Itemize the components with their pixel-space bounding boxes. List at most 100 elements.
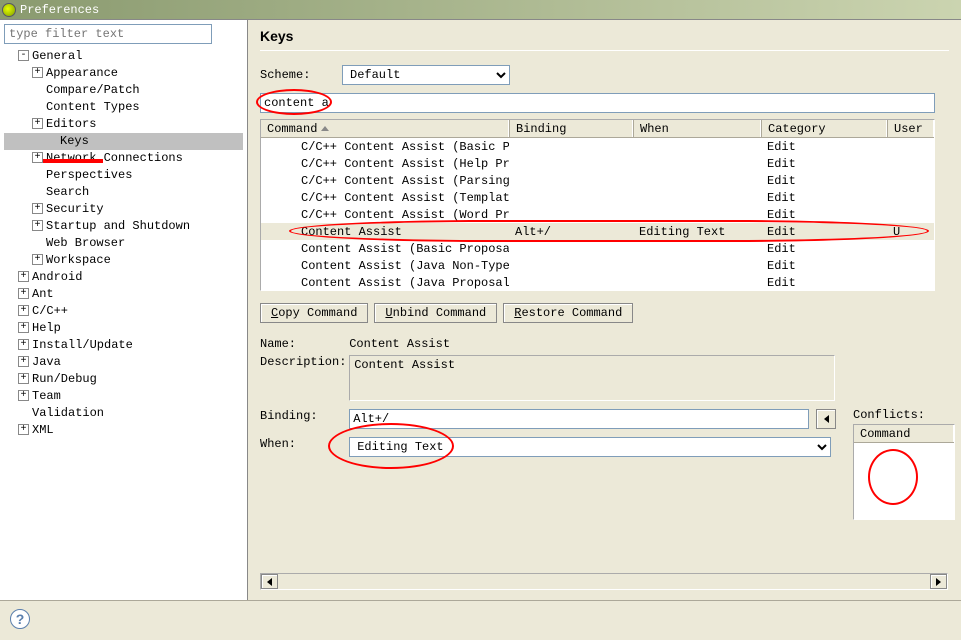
tree-item[interactable]: +Install/Update [4, 337, 243, 354]
copy-command-button[interactable]: Copy Command [260, 303, 368, 323]
cell: C/C++ Content Assist (Parsing-bas [261, 174, 509, 188]
collapse-icon[interactable]: - [18, 50, 29, 61]
name-label: Name: [260, 337, 342, 351]
filter-input[interactable] [4, 24, 212, 44]
expand-icon[interactable]: + [18, 373, 29, 384]
tree-spacer [32, 169, 43, 180]
col-binding[interactable]: Binding [509, 120, 633, 137]
tree-spacer [32, 186, 43, 197]
unbind-command-button[interactable]: Unbind Command [374, 303, 497, 323]
expand-icon[interactable]: + [32, 203, 43, 214]
expand-icon[interactable]: + [18, 339, 29, 350]
tree-item[interactable]: +XML [4, 422, 243, 439]
tree-item[interactable]: Search [4, 184, 243, 201]
expand-icon[interactable]: + [32, 254, 43, 265]
annotation-oval [868, 449, 918, 505]
cell: Content Assist (Java Proposals) [261, 276, 509, 290]
scheme-label: Scheme: [260, 68, 342, 82]
scroll-right-button[interactable] [930, 574, 947, 589]
table-row[interactable]: Content Assist (Basic Proposals)Edit [261, 240, 934, 257]
conflicts-col-command[interactable]: Command [854, 425, 954, 442]
expand-icon[interactable]: + [18, 356, 29, 367]
table-row[interactable]: C/C++ Content Assist (Basic PropoEdit [261, 138, 934, 155]
cell: Editing Text [633, 225, 761, 239]
expand-icon[interactable]: + [18, 288, 29, 299]
cell: Content Assist (Java Non-Type Pro [261, 259, 509, 273]
table-row[interactable]: C/C++ Content Assist (Help ProposEdit [261, 155, 934, 172]
col-category[interactable]: Category [761, 120, 887, 137]
preferences-tree[interactable]: -General+AppearanceCompare/PatchContent … [4, 48, 243, 439]
expand-icon[interactable]: + [32, 118, 43, 129]
expand-icon[interactable]: + [18, 390, 29, 401]
conflicts-table[interactable]: Command [853, 424, 955, 520]
tree-spacer [32, 84, 43, 95]
scroll-left-button[interactable] [261, 574, 278, 589]
tree-item[interactable]: +Editors [4, 116, 243, 133]
cell: Edit [761, 259, 887, 273]
expand-icon[interactable]: + [18, 322, 29, 333]
tree-item[interactable]: +Run/Debug [4, 371, 243, 388]
expand-icon[interactable]: + [32, 220, 43, 231]
tree-item[interactable]: +Workspace [4, 252, 243, 269]
restore-command-button[interactable]: Restore Command [503, 303, 633, 323]
tree-item[interactable]: +Android [4, 269, 243, 286]
expand-icon[interactable]: + [18, 305, 29, 316]
tree-item[interactable]: Content Types [4, 99, 243, 116]
keys-table[interactable]: Command Binding When Category User C/C++… [260, 119, 935, 291]
tree-item-label: Perspectives [46, 168, 132, 182]
expand-icon[interactable]: + [18, 271, 29, 282]
tree-item[interactable]: +Security [4, 201, 243, 218]
table-row[interactable]: C/C++ Content Assist (Parsing-basEdit [261, 172, 934, 189]
table-row[interactable]: Content Assist (Java Non-Type Pro Edit [261, 257, 934, 274]
cell: Content Assist [261, 225, 509, 239]
expand-icon[interactable]: + [32, 67, 43, 78]
tree-item[interactable]: +Ant [4, 286, 243, 303]
tree-item[interactable]: +Network Connections [4, 150, 243, 167]
triangle-right-icon [936, 578, 941, 586]
table-row[interactable]: Content Assist (Java Proposals)Edit [261, 274, 934, 291]
footer: ? [0, 600, 961, 636]
name-value: Content Assist [349, 337, 450, 351]
when-select[interactable]: Editing Text [349, 437, 831, 457]
binding-input[interactable] [349, 409, 809, 429]
table-row[interactable]: Content AssistAlt+/Editing TextEditU [261, 223, 934, 240]
scheme-select[interactable]: Default [342, 65, 510, 85]
table-row[interactable]: C/C++ Content Assist (Template PrEdit [261, 189, 934, 206]
tree-item[interactable]: Compare/Patch [4, 82, 243, 99]
tree-item[interactable]: +Appearance [4, 65, 243, 82]
tree-item[interactable]: +Startup and Shutdown [4, 218, 243, 235]
binding-prev-button[interactable] [816, 409, 836, 429]
tree-item[interactable]: Web Browser [4, 235, 243, 252]
col-when[interactable]: When [633, 120, 761, 137]
tree-item-label: Team [32, 389, 61, 403]
col-command[interactable]: Command [261, 120, 509, 137]
expand-icon[interactable]: + [32, 152, 43, 163]
horizontal-scrollbar[interactable] [260, 573, 948, 590]
tree-item[interactable]: Perspectives [4, 167, 243, 184]
tree-item-label: Appearance [46, 66, 118, 80]
keys-search-input[interactable] [260, 93, 935, 113]
tree-item-label: Workspace [46, 253, 111, 267]
cell: Edit [761, 225, 887, 239]
tree-item[interactable]: +C/C++ [4, 303, 243, 320]
tree-item[interactable]: +Team [4, 388, 243, 405]
tree-item-label: Android [32, 270, 82, 284]
cell: Edit [761, 208, 887, 222]
tree-item[interactable]: Validation [4, 405, 243, 422]
cell: U [887, 225, 934, 239]
tree-item-label: Content Types [46, 100, 140, 114]
tree-item[interactable]: +Java [4, 354, 243, 371]
tree-item[interactable]: +Help [4, 320, 243, 337]
description-label: Description: [260, 355, 342, 369]
tree-item-label: Keys [60, 134, 89, 148]
table-row[interactable]: C/C++ Content Assist (Word ProposEdit [261, 206, 934, 223]
cell: Edit [761, 191, 887, 205]
col-user[interactable]: User [887, 120, 934, 137]
tree-item-label: Editors [46, 117, 96, 131]
help-button[interactable]: ? [10, 609, 30, 629]
tree-item[interactable]: Keys [4, 133, 243, 150]
expand-icon[interactable]: + [18, 424, 29, 435]
tree-item-label: Run/Debug [32, 372, 97, 386]
tree-item[interactable]: -General [4, 48, 243, 65]
conflicts-panel: Conflicts: Command [853, 408, 961, 520]
